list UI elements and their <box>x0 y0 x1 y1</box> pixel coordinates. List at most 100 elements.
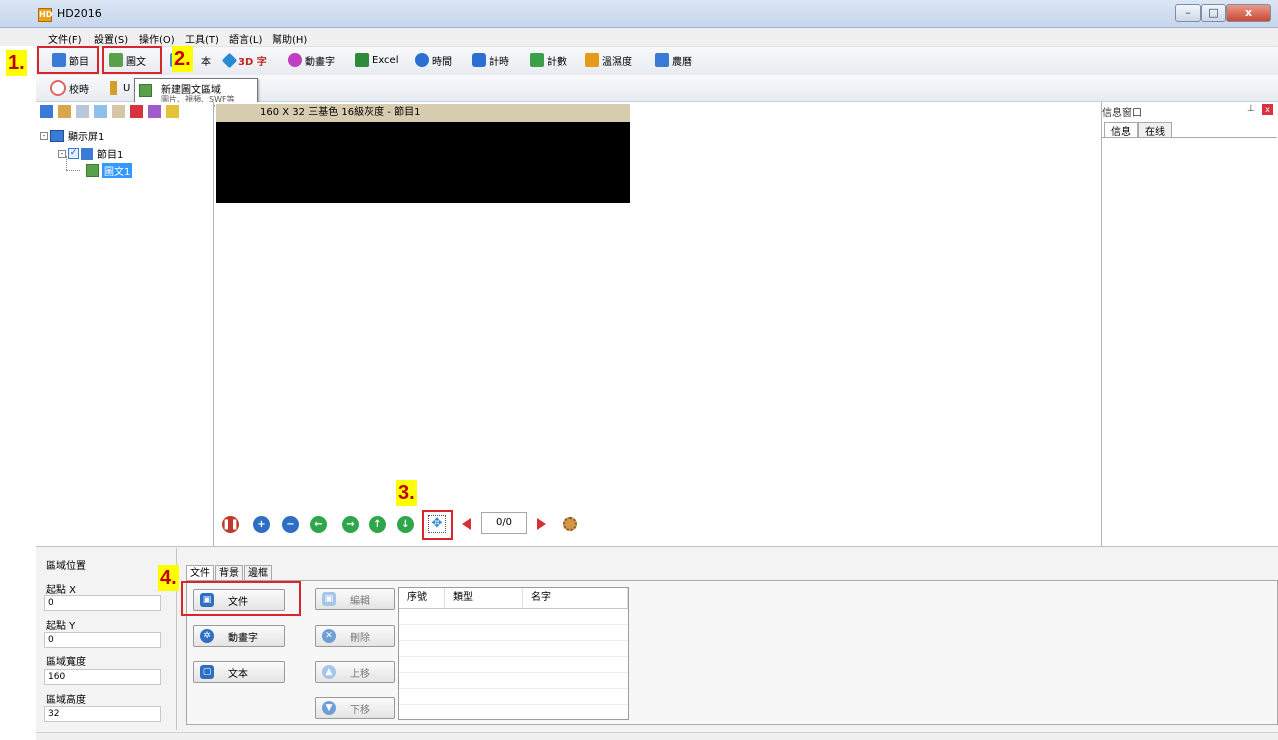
edit-button[interactable]: ▣ 編輯 <box>315 588 395 610</box>
tree-toolbar <box>36 104 214 120</box>
maximize-button[interactable]: □ <box>1201 4 1226 22</box>
tree-connector <box>66 156 67 170</box>
menu-language[interactable]: 語言(L) <box>229 31 262 46</box>
excel-button[interactable]: Excel <box>355 50 399 70</box>
start-y-input[interactable]: 0 <box>44 632 161 648</box>
delete-button[interactable]: ✕ 刪除 <box>315 625 395 647</box>
timer-button[interactable]: 計時 <box>472 50 509 70</box>
animation-icon: ✲ <box>200 629 214 643</box>
time-sync-button[interactable]: 校時 <box>50 78 89 98</box>
thermometer-icon <box>585 53 599 67</box>
tree-item-area[interactable]: 圖文1 <box>86 163 133 178</box>
3d-text-button[interactable]: 3D 字 <box>221 50 267 70</box>
animation-text-button[interactable]: 動畫字 <box>288 50 335 70</box>
move-right-icon[interactable]: → <box>342 516 359 533</box>
collapse-icon[interactable]: - <box>58 149 66 158</box>
highlight-file-button <box>181 581 301 616</box>
step-label-1: 1. <box>6 50 27 76</box>
down-arrow-icon: ▼ <box>322 701 336 715</box>
page-counter: 0/0 <box>481 512 527 534</box>
menu-file[interactable]: 文件(F) <box>48 31 82 46</box>
time-button[interactable]: 時間 <box>415 50 452 70</box>
move-up-icon[interactable] <box>112 105 125 118</box>
clock-sync-icon <box>50 80 66 96</box>
image-text-icon <box>86 164 99 177</box>
tree-label-area: 圖文1 <box>102 163 133 178</box>
menu-help[interactable]: 幫助(H) <box>272 31 307 46</box>
file-list-table[interactable]: 序號 類型 名字 <box>398 587 629 720</box>
add-animation-button[interactable]: ✲ 動畫字 <box>193 625 285 647</box>
text-icon: ▢ <box>200 665 214 679</box>
lunar-calendar-button[interactable]: 農曆 <box>655 50 692 70</box>
calendar-icon <box>655 53 669 67</box>
tab-online[interactable]: 在线 <box>1138 122 1172 138</box>
status-bar <box>36 732 1278 740</box>
height-input[interactable]: 32 <box>44 706 161 722</box>
app-icon: HD <box>38 8 52 22</box>
counter-icon <box>530 53 544 67</box>
fit-to-area-icon[interactable]: ✥ <box>428 515 446 533</box>
height-label: 區域高度 <box>46 695 86 706</box>
column-header-type[interactable]: 類型 <box>445 588 523 608</box>
pin-icon[interactable]: ⊥ <box>1247 104 1255 114</box>
info-panel-title: 信息窗口 <box>1102 108 1142 119</box>
preview-icon[interactable] <box>148 105 161 118</box>
cube-icon <box>221 52 238 68</box>
paste-icon[interactable] <box>94 105 107 118</box>
led-display-preview[interactable] <box>216 122 630 203</box>
tree-item-screen[interactable]: - 顯示屏1 <box>40 128 104 143</box>
clock-icon <box>415 53 429 67</box>
move-down-button[interactable]: ▼ 下移 <box>315 697 395 719</box>
menu-settings[interactable]: 設置(S) <box>94 31 128 46</box>
divider <box>1102 137 1277 138</box>
copy-icon[interactable] <box>76 105 89 118</box>
move-up-button[interactable]: ▲ 上移 <box>315 661 395 683</box>
width-input[interactable]: 160 <box>44 669 161 685</box>
temperature-humidity-button[interactable]: 溫濕度 <box>585 50 632 70</box>
image-text-icon <box>139 84 152 97</box>
move-up-icon[interactable]: ↑ <box>369 516 386 533</box>
close-panel-icon[interactable]: x <box>1262 104 1273 115</box>
title-bar <box>0 0 1278 28</box>
pause-icon[interactable]: ❚❚ <box>222 516 239 533</box>
info-panel <box>1101 102 1278 546</box>
move-left-icon[interactable]: ← <box>310 516 327 533</box>
tree-label-program: 節目1 <box>97 150 124 161</box>
column-header-index[interactable]: 序號 <box>399 588 445 608</box>
start-y-label: 起點 Y <box>46 621 76 632</box>
counter-button[interactable]: 計數 <box>530 50 567 70</box>
region-title: 區域位置 <box>46 561 86 572</box>
delete-icon[interactable] <box>130 105 143 118</box>
zoom-in-icon[interactable]: + <box>253 516 270 533</box>
add-program-icon[interactable] <box>58 105 71 118</box>
animation-icon <box>288 53 302 67</box>
checkbox-checked-icon[interactable]: ✓ <box>68 148 79 159</box>
close-button[interactable]: x <box>1226 4 1271 22</box>
highlight-program <box>37 46 99 74</box>
tree-item-program[interactable]: - ✓ 節目1 <box>58 146 123 161</box>
step-label-4: 4. <box>158 565 179 591</box>
collapse-icon[interactable]: - <box>40 131 48 140</box>
width-label: 區域寬度 <box>46 657 86 668</box>
start-x-input[interactable]: 0 <box>44 595 161 611</box>
column-header-name[interactable]: 名字 <box>523 588 628 608</box>
tab-file[interactable]: 文件 <box>186 565 214 581</box>
tab-info[interactable]: 信息 <box>1104 122 1138 138</box>
folder-icon[interactable] <box>166 105 179 118</box>
minimize-button[interactable]: – <box>1175 4 1201 22</box>
usb-button[interactable]: U <box>110 78 130 98</box>
menu-operation[interactable]: 操作(O) <box>139 31 175 46</box>
zoom-out-icon[interactable]: − <box>282 516 299 533</box>
settings-icon[interactable] <box>563 517 577 531</box>
add-text-button[interactable]: ▢ 文本 <box>193 661 285 683</box>
screen-icon <box>50 129 64 142</box>
excel-icon <box>355 53 369 67</box>
next-page-icon[interactable] <box>537 518 546 530</box>
add-screen-icon[interactable] <box>40 105 53 118</box>
tab-background[interactable]: 背景 <box>215 565 243 581</box>
tree-connector <box>66 170 80 171</box>
move-down-icon[interactable]: ↓ <box>397 516 414 533</box>
tab-border[interactable]: 邊框 <box>244 565 272 581</box>
previous-page-icon[interactable] <box>462 518 471 530</box>
menu-tools[interactable]: 工具(T) <box>185 31 219 46</box>
